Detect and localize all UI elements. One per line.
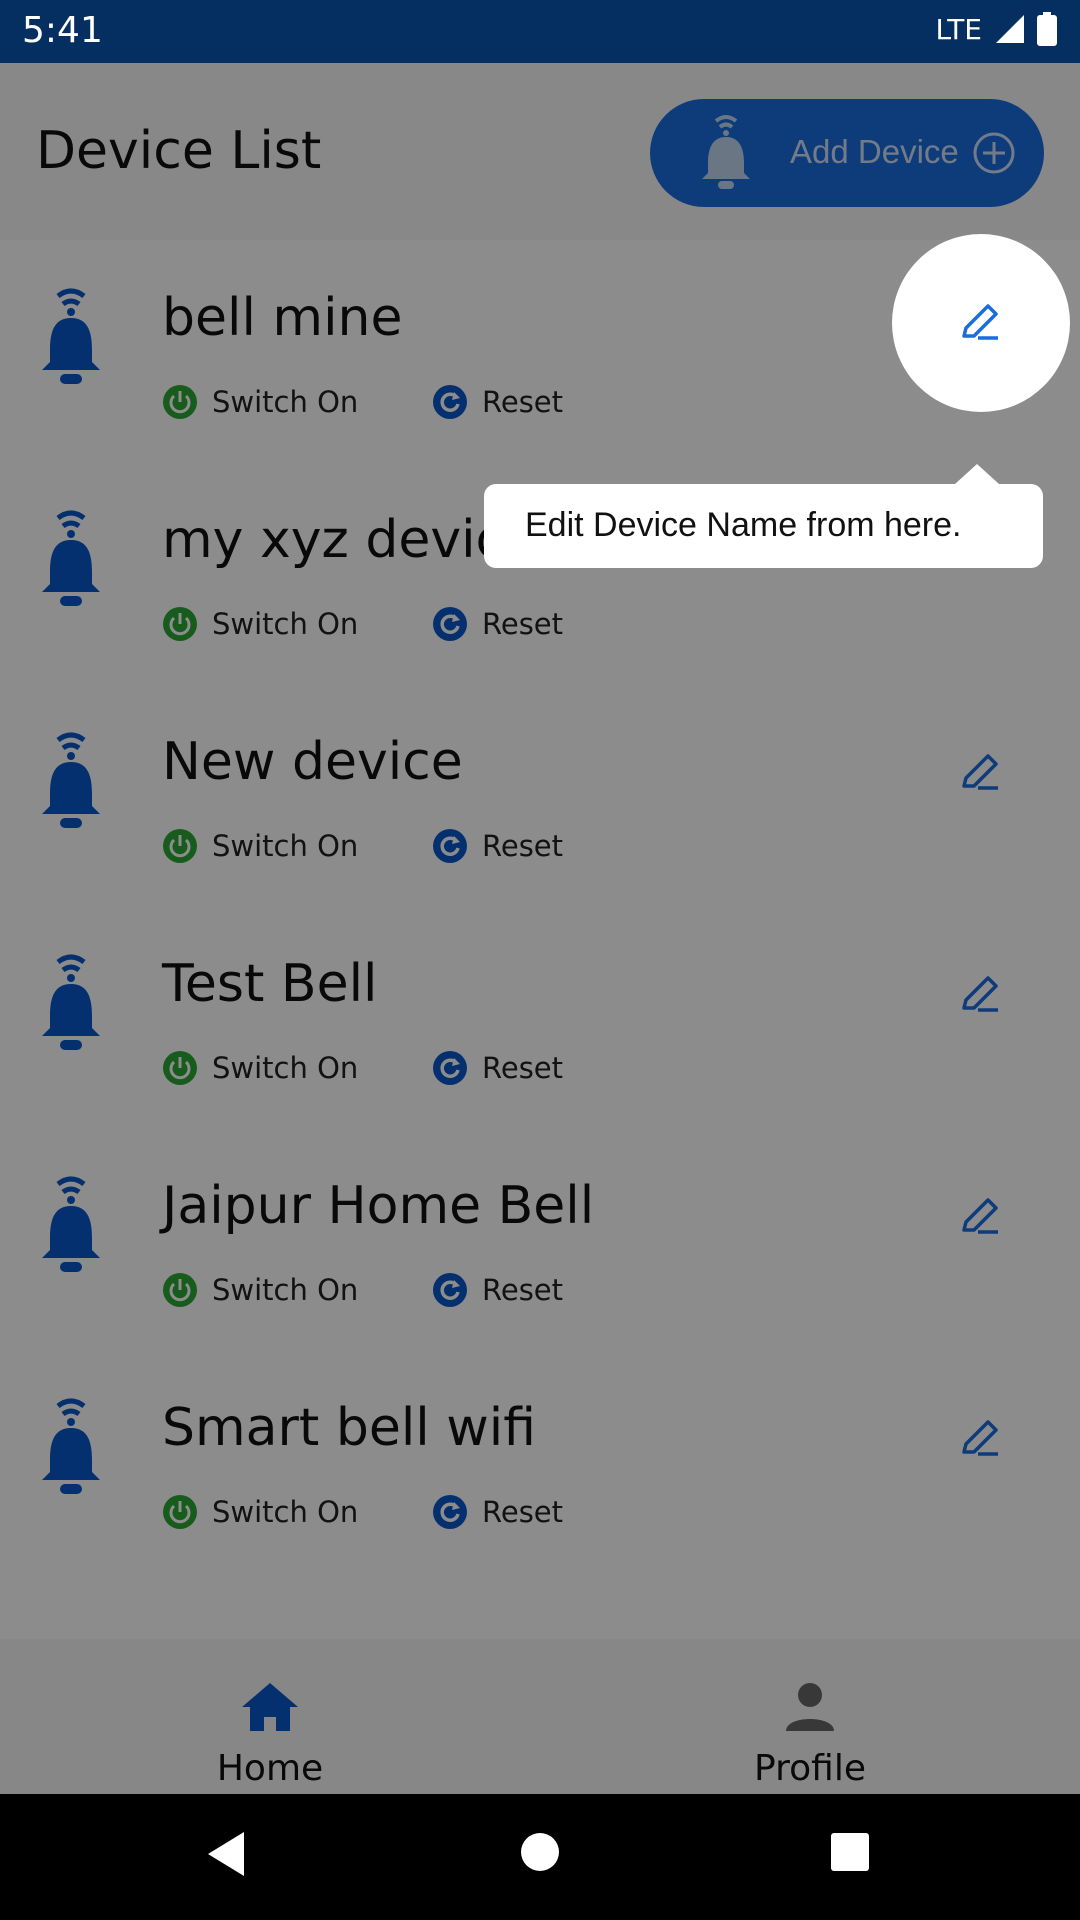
system-navigation-bar	[0, 1794, 1080, 1920]
home-circle-icon[interactable]	[520, 1832, 560, 1872]
signal-icon	[996, 15, 1024, 43]
battery-icon	[1037, 12, 1057, 46]
pencil-icon	[962, 304, 998, 340]
network-type: LTE	[935, 12, 982, 46]
status-time: 5:41	[22, 10, 103, 51]
back-icon[interactable]	[204, 1828, 248, 1880]
edit-spotlight[interactable]	[892, 234, 1070, 412]
tooltip-text: Edit Device Name from here.	[525, 506, 962, 544]
coachmark-tooltip: Edit Device Name from here.	[484, 464, 1043, 568]
status-bar: 5:41 LTE	[0, 0, 1080, 63]
recents-icon[interactable]	[830, 1832, 870, 1872]
status-right: LTE	[935, 12, 1058, 46]
